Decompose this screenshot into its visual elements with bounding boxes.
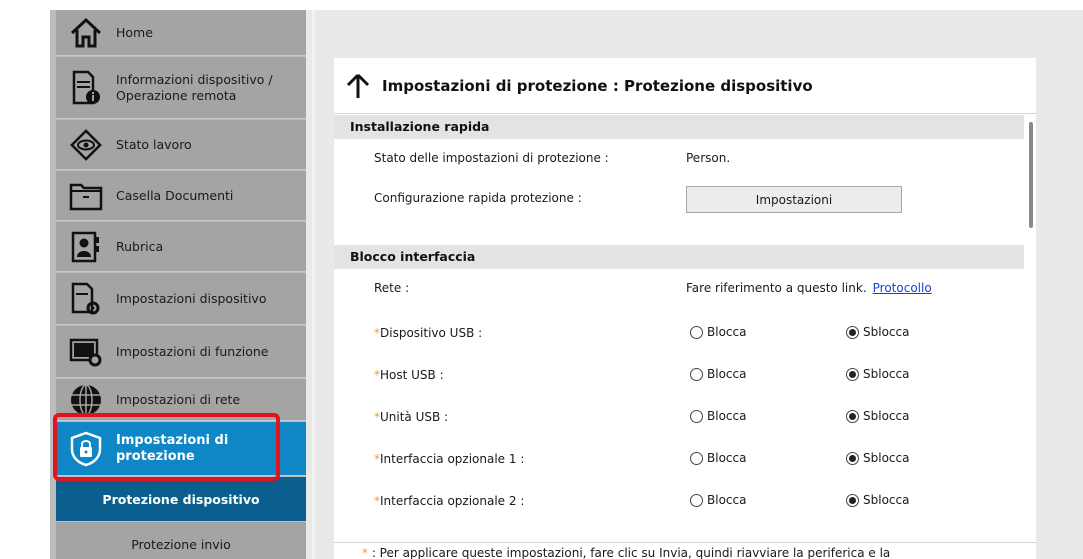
radio-unlock[interactable]: Sblocca	[846, 409, 909, 423]
subnav-send-protection[interactable]: Protezione invio	[56, 522, 306, 559]
interface-row: *Interfaccia opzionale 2 : Blocca Sblocca	[334, 482, 1024, 522]
section-header-interface-block: Blocco interfaccia	[334, 245, 1024, 269]
radio-circle[interactable]	[846, 493, 859, 507]
radio-label: Sblocca	[863, 325, 910, 339]
radio-label: Blocca	[707, 493, 747, 507]
radio-label: Sblocca	[863, 493, 910, 507]
device-info-icon	[68, 70, 104, 106]
sidebar-item-label: Informazioni dispositivo / Operazione re…	[116, 71, 273, 103]
sidebar-item-label: Rubrica	[116, 238, 164, 254]
row-label: *Interfaccia opzionale 1 :	[374, 452, 524, 466]
radio-label: Sblocca	[863, 451, 910, 465]
scrollbar[interactable]	[1026, 114, 1036, 542]
sidebar-item-device-settings[interactable]: Impostazioni dispositivo	[56, 273, 306, 325]
settings-panel: Impostazioni di protezione : Protezione …	[334, 58, 1036, 559]
network-text: Fare riferimento a questo link.	[686, 281, 867, 295]
sidebar-item-label: Impostazioni di funzione	[116, 343, 269, 359]
sidebar: Home Informazioni dispositivo / Operazio…	[50, 10, 306, 559]
highlight-box	[53, 413, 280, 481]
eye-icon	[68, 127, 104, 163]
required-mark: *	[362, 546, 368, 559]
sidebar-item-address-book[interactable]: Rubrica	[56, 222, 306, 272]
radio-lock[interactable]: Blocca	[690, 409, 746, 423]
row-label: Configurazione rapida protezione :	[374, 191, 582, 205]
radio-circle[interactable]	[690, 409, 703, 423]
radio-label: Blocca	[707, 451, 747, 465]
radio-lock[interactable]: Blocca	[690, 451, 746, 465]
settings-button[interactable]: Impostazioni	[686, 186, 902, 213]
radio-unlock[interactable]: Sblocca	[846, 325, 909, 339]
folder-icon	[68, 178, 104, 214]
browser-content: Home Informazioni dispositivo / Operazio…	[50, 10, 1083, 559]
radio-circle[interactable]	[690, 367, 703, 381]
row-label: *Host USB :	[374, 368, 444, 382]
interface-row: *Unità USB : Blocca Sblocca	[334, 398, 1024, 438]
scrollbar-thumb[interactable]	[1029, 122, 1033, 228]
address-book-icon	[68, 229, 104, 265]
radio-circle[interactable]	[846, 367, 859, 381]
interface-row: *Dispositivo USB : Blocca Sblocca	[334, 314, 1024, 354]
sidebar-item-label: Stato lavoro	[116, 136, 192, 152]
radio-circle[interactable]	[846, 409, 859, 423]
sidebar-item-label: Home	[116, 24, 153, 40]
interface-name: Host USB :	[380, 368, 444, 382]
row-security-status: Stato delle impostazioni di protezione :…	[334, 139, 1024, 179]
row-quick-config: Configurazione rapida protezione : Impos…	[334, 179, 1024, 219]
row-label: *Interfaccia opzionale 2 :	[374, 494, 524, 508]
row-label: *Dispositivo USB :	[374, 326, 482, 340]
interface-row: *Host USB : Blocca Sblocca	[334, 356, 1024, 396]
row-network: Rete : Fare riferimento a questo link. Pr…	[334, 269, 1024, 309]
status-value: Person.	[686, 151, 731, 165]
page-title: Impostazioni di protezione : Protezione …	[382, 76, 813, 95]
radio-circle[interactable]	[690, 493, 703, 507]
row-label: Stato delle impostazioni di protezione :	[374, 151, 609, 165]
radio-unlock[interactable]: Sblocca	[846, 367, 909, 381]
footnote: * : Per applicare queste impostazioni, f…	[334, 542, 1036, 559]
radio-label: Sblocca	[863, 409, 910, 423]
radio-label: Blocca	[707, 367, 747, 381]
footnote-text: : Per applicare queste impostazioni, far…	[371, 546, 891, 559]
sidebar-item-job-status[interactable]: Stato lavoro	[56, 120, 306, 170]
section-header-quick-setup: Installazione rapida	[334, 115, 1024, 139]
sidebar-item-label: Impostazioni dispositivo	[116, 290, 267, 306]
radio-lock[interactable]: Blocca	[690, 493, 746, 507]
row-label: *Unità USB :	[374, 410, 448, 424]
radio-lock[interactable]: Blocca	[690, 325, 746, 339]
radio-lock[interactable]: Blocca	[690, 367, 746, 381]
sidebar-item-function-settings[interactable]: Impostazioni di funzione	[56, 326, 306, 378]
radio-label: Sblocca	[863, 367, 910, 381]
interface-name: Unità USB :	[380, 410, 449, 424]
radio-circle[interactable]	[690, 451, 703, 465]
interface-row: *Interfaccia opzionale 1 : Blocca Sblocca	[334, 440, 1024, 480]
row-label: Rete :	[374, 281, 410, 295]
radio-circle[interactable]	[846, 325, 859, 339]
radio-label: Blocca	[707, 325, 747, 339]
sidebar-item-document-box[interactable]: Casella Documenti	[56, 171, 306, 221]
function-settings-icon	[68, 334, 104, 370]
sidebar-item-device-info[interactable]: Informazioni dispositivo / Operazione re…	[56, 57, 306, 119]
sidebar-item-label: Impostazioni di rete	[116, 391, 241, 407]
radio-unlock[interactable]: Sblocca	[846, 451, 909, 465]
radio-circle[interactable]	[690, 325, 703, 339]
panel-header: Impostazioni di protezione : Protezione …	[334, 58, 1036, 114]
interface-name: Dispositivo USB :	[380, 326, 483, 340]
radio-circle[interactable]	[846, 451, 859, 465]
device-settings-icon	[68, 281, 104, 317]
interface-name: Interfaccia opzionale 1 :	[380, 452, 525, 466]
divider	[312, 10, 315, 559]
home-icon	[68, 15, 104, 51]
interface-name: Interfaccia opzionale 2 :	[380, 494, 525, 508]
sidebar-item-home[interactable]: Home	[56, 10, 306, 56]
protocol-link[interactable]: Protocollo	[873, 281, 932, 295]
radio-label: Blocca	[707, 409, 747, 423]
subnav-device-protection[interactable]: Protezione dispositivo	[56, 477, 306, 521]
up-arrow-icon[interactable]	[346, 72, 370, 100]
radio-unlock[interactable]: Sblocca	[846, 493, 909, 507]
network-info: Fare riferimento a questo link. Protocoll…	[686, 281, 932, 295]
sidebar-item-label: Casella Documenti	[116, 187, 234, 203]
